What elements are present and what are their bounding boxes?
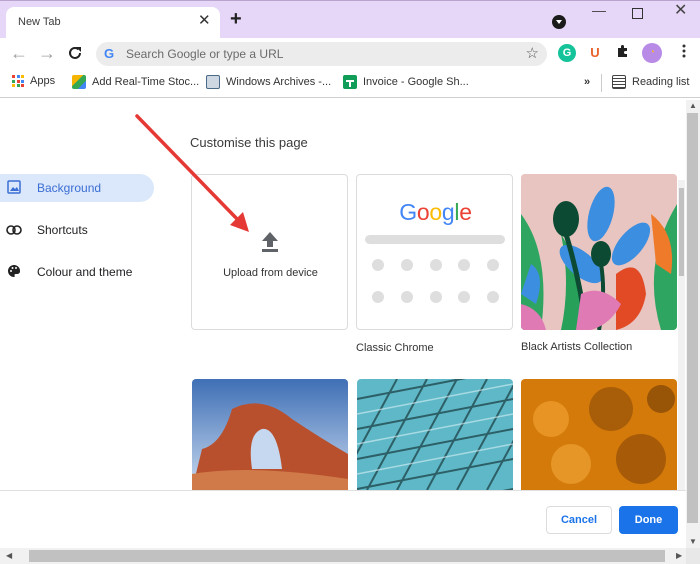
classic-chrome-tile[interactable]: Google [356,174,513,330]
cancel-button[interactable]: Cancel [546,506,612,534]
scroll-down-arrow-icon[interactable]: ▼ [689,538,697,546]
amber-texture-tile[interactable] [521,379,677,490]
window-close-button[interactable]: ✕ [674,3,687,19]
logo-letter: g [441,199,455,225]
tile-caption: Classic Chrome [356,342,434,354]
bookmark-apps[interactable]: Apps [12,75,55,87]
page-title: Customise this page [190,135,308,150]
windows-site-icon [206,75,220,89]
address-input[interactable]: Search Google or type a URL [126,47,283,61]
bookmark-windows-archives[interactable]: Windows Archives -... [206,75,331,89]
sidebar-item-colour-and-theme[interactable]: Colour and theme [0,258,154,286]
back-button[interactable]: ← [10,42,28,64]
scrollbar-corner [686,548,700,564]
link-icon [6,223,22,238]
google-sheets-icon [343,75,357,89]
preview-dot [487,291,499,303]
google-logo: Google [357,199,512,226]
sidebar-item-shortcuts[interactable]: Shortcuts [0,216,154,244]
image-icon [6,179,22,197]
palette-icon [6,264,22,281]
preview-dot [401,259,413,271]
preview-dot [372,259,384,271]
logo-letter: G [399,199,417,225]
reading-list-button[interactable]: Reading list [612,75,689,89]
logo-letter: o [416,199,430,225]
glass-facade-tile[interactable] [357,379,513,490]
preview-dot [372,291,384,303]
preview-dot [487,259,499,271]
maximize-button[interactable] [632,8,643,19]
upload-icon [262,232,278,252]
grammarly-extension-icon[interactable]: G [558,44,576,62]
u-extension-icon[interactable]: U [586,44,604,62]
close-tab-icon[interactable]: ✕ [198,13,211,29]
address-bar[interactable]: G Search Google or type a URL ☆ [96,42,547,66]
forward-button[interactable]: → [38,42,56,64]
sidebar-item-label: Colour and theme [37,265,133,279]
bookmark-label: Windows Archives -... [226,76,332,88]
sidebar-item-label: Shortcuts [37,223,88,237]
page-horizontal-scrollbar-thumb[interactable] [29,550,665,562]
bookmarks-divider [601,74,602,92]
minimize-button[interactable]: — [592,2,606,18]
preview-dot [458,259,470,271]
upload-from-device-tile[interactable]: Upload from device [191,174,348,330]
bookmark-label: Add Real-Time Stoc... [92,76,200,88]
logo-letter: o [429,199,442,225]
page-vertical-scrollbar-thumb[interactable] [687,113,698,523]
sidebar-item-background[interactable]: Background [0,174,154,202]
tile-caption: Black Artists Collection [521,341,633,353]
arch-photo-image [192,379,348,490]
tab-title: New Tab [18,16,61,28]
bookmark-star-icon[interactable]: ☆ [526,44,539,62]
reading-list-icon [612,75,626,89]
profile-avatar[interactable]: ◔ [642,43,662,63]
bookmark-label: Apps [30,75,56,87]
logo-letter: e [459,199,472,225]
glass-pattern-image [357,379,513,490]
new-tab-button[interactable]: + [230,9,242,29]
apps-grid-icon [12,75,24,87]
sidebar-item-label: Background [37,181,102,195]
kebab-icon [682,44,686,58]
scroll-left-arrow-icon[interactable]: ◀ [6,552,12,560]
bookmark-real-time-stock[interactable]: Add Real-Time Stoc... [72,75,199,89]
reading-list-label: Reading list [632,76,690,88]
amber-texture-image [521,379,677,490]
preview-dot [458,291,470,303]
bookmark-invoice[interactable]: Invoice - Google Sh... [343,75,469,89]
extensions-puzzle-icon[interactable] [614,44,632,62]
dialog-scrollbar-thumb[interactable] [679,188,684,276]
scroll-up-arrow-icon[interactable]: ▲ [689,102,697,110]
tab-new-tab[interactable]: New Tab ✕ [6,7,220,38]
preview-search-bar [365,235,505,244]
more-bookmarks-chevron-icon[interactable]: » [584,76,590,88]
chrome-menu-icon[interactable] [681,44,687,58]
upload-label: Upload from device [223,267,318,279]
black-artists-collection-tile[interactable] [521,174,677,330]
reload-icon [69,46,81,59]
scroll-right-arrow-icon[interactable]: ▶ [676,552,682,560]
preview-dot [401,291,413,303]
preview-dot [430,259,442,271]
bookmark-label: Invoice - Google Sh... [363,76,469,88]
puzzle-icon [618,45,627,57]
done-button[interactable]: Done [619,506,678,534]
reload-button[interactable] [67,42,83,66]
google-icon: G [104,46,115,61]
landscape-arch-tile[interactable] [192,379,348,490]
preview-dot [430,291,442,303]
tab-search-icon[interactable] [552,15,566,29]
floral-artwork-image [521,174,677,330]
stock-sheets-icon [72,75,86,89]
